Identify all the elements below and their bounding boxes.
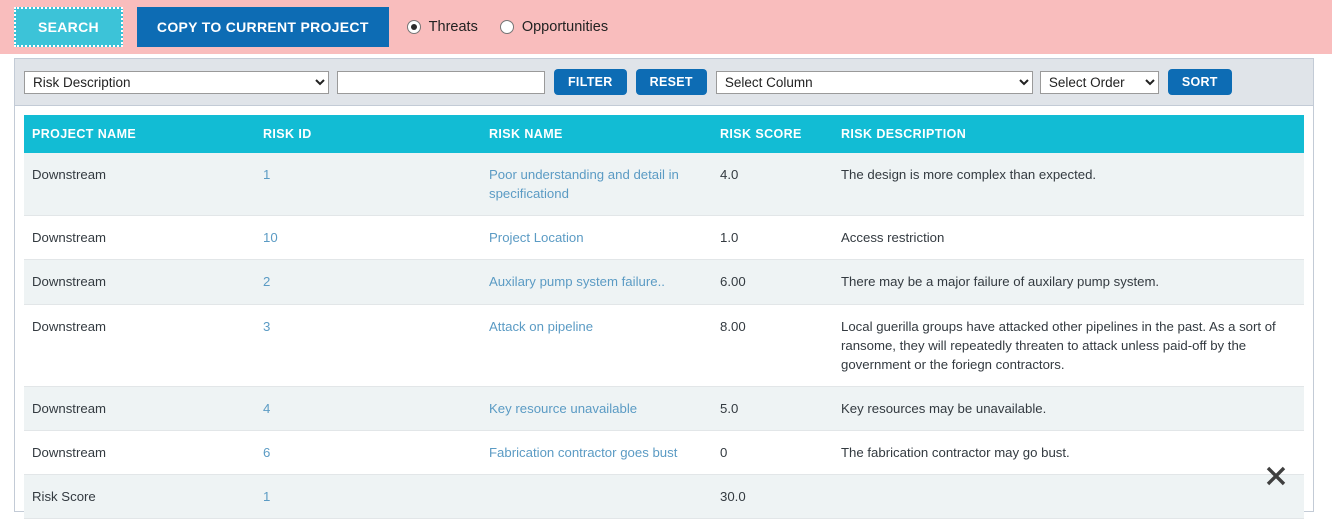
cell-risk-score: 0 xyxy=(712,430,833,476)
column-header-risk-name[interactable]: RISK NAME xyxy=(481,115,712,153)
cell-risk-description: The design is more complex than expected… xyxy=(833,153,1304,217)
filter-sort-toolbar: Risk Description FILTER RESET Select Col… xyxy=(15,59,1313,106)
radio-opportunities-label: Opportunities xyxy=(521,19,609,35)
sort-order-select[interactable]: Select Order xyxy=(1039,70,1159,94)
cell-project-name: Downstream xyxy=(24,215,255,261)
search-button[interactable]: SEARCH xyxy=(14,7,123,47)
table-row: Risk Score 1 30.0 xyxy=(24,474,1304,520)
filter-button[interactable]: FILTER xyxy=(554,69,627,95)
filter-text-input[interactable] xyxy=(337,70,545,94)
radio-opportunities-indicator[interactable] xyxy=(499,20,514,34)
cell-project-name: Downstream xyxy=(24,304,255,387)
cell-risk-description: Access restriction xyxy=(833,215,1304,261)
cell-risk-id: 10 xyxy=(255,215,481,261)
risk-name-link[interactable]: Attack on pipeline xyxy=(489,319,593,334)
risk-name-link[interactable]: Key resource unavailable xyxy=(489,401,637,416)
cell-risk-score: 4.0 xyxy=(712,153,833,217)
risk-id-link[interactable]: 3 xyxy=(263,319,270,334)
cell-risk-description xyxy=(833,474,1304,520)
table-row: Downstream 2 Auxilary pump system failure.… xyxy=(24,259,1304,305)
column-header-risk-score[interactable]: RISK SCORE xyxy=(712,115,833,153)
radio-threats[interactable]: Threats xyxy=(406,19,478,35)
cell-risk-description: There may be a major failure of auxilary… xyxy=(833,259,1304,305)
radio-threats-indicator[interactable] xyxy=(406,20,421,34)
results-table-container: PROJECT NAME RISK ID RISK NAME RISK SCOR… xyxy=(15,106,1313,520)
sort-column-select[interactable]: Select Column xyxy=(715,70,1033,94)
cell-risk-id: 1 xyxy=(255,153,481,217)
cell-project-name: Downstream xyxy=(24,153,255,217)
reset-button[interactable]: RESET xyxy=(635,69,707,95)
copy-to-current-project-button[interactable]: COPY TO CURRENT PROJECT xyxy=(136,7,389,47)
radio-threats-label: Threats xyxy=(428,19,478,35)
cell-risk-id: 4 xyxy=(255,386,481,432)
cell-risk-name: Poor understanding and detail in specifi… xyxy=(481,153,712,217)
filter-field-select[interactable]: Risk Description xyxy=(24,70,329,94)
risk-name-link[interactable]: Fabrication contractor goes bust xyxy=(489,445,677,460)
table-row: Downstream 6 Fabrication contractor goes b… xyxy=(24,430,1304,476)
cell-risk-description: Local guerilla groups have attacked othe… xyxy=(833,304,1304,387)
risk-id-link[interactable]: 10 xyxy=(263,230,278,245)
column-header-project-name[interactable]: PROJECT NAME xyxy=(24,115,255,153)
cell-risk-score: 1.0 xyxy=(712,215,833,261)
risk-name-link[interactable]: Project Location xyxy=(489,230,584,245)
column-header-risk-id[interactable]: RISK ID xyxy=(255,115,481,153)
cell-risk-id: 3 xyxy=(255,304,481,387)
cell-risk-name xyxy=(481,474,712,520)
cell-risk-id: 2 xyxy=(255,259,481,305)
risk-name-link[interactable]: Poor understanding and detail in specifi… xyxy=(489,167,679,201)
risk-id-link[interactable]: 6 xyxy=(263,445,270,460)
results-panel: Risk Description FILTER RESET Select Col… xyxy=(14,58,1314,520)
cell-risk-score: 5.0 xyxy=(712,386,833,432)
cell-project-name: Downstream xyxy=(24,259,255,305)
cell-risk-id: 1 xyxy=(255,474,481,520)
risk-type-radio-group: Threats Opportunities xyxy=(406,19,609,35)
table-row: Downstream 3 Attack on pipeline 8.00 Local g… xyxy=(24,304,1304,387)
close-icon[interactable] xyxy=(1263,463,1289,489)
radio-opportunities[interactable]: Opportunities xyxy=(499,19,609,35)
table-body: Downstream 1 Poor understanding and detail… xyxy=(24,153,1304,520)
risk-id-link[interactable]: 4 xyxy=(263,401,270,416)
cell-risk-score: 8.00 xyxy=(712,304,833,387)
cell-project-name: Downstream xyxy=(24,386,255,432)
risk-search-screen: SEARCH COPY TO CURRENT PROJECT Threats O… xyxy=(0,0,1332,520)
cell-risk-name: Project Location xyxy=(481,215,712,261)
action-toolbar: SEARCH COPY TO CURRENT PROJECT Threats O… xyxy=(0,0,1332,54)
risk-results-table: PROJECT NAME RISK ID RISK NAME RISK SCOR… xyxy=(24,115,1304,520)
risk-id-link[interactable]: 1 xyxy=(263,167,270,182)
cell-risk-name: Attack on pipeline xyxy=(481,304,712,387)
column-header-risk-description[interactable]: RISK DESCRIPTION xyxy=(833,115,1304,153)
risk-name-link[interactable]: Auxilary pump system failure.. xyxy=(489,274,665,289)
cell-risk-description: Key resources may be unavailable. xyxy=(833,386,1304,432)
risk-id-link[interactable]: 1 xyxy=(263,489,270,504)
sort-button[interactable]: SORT xyxy=(1167,69,1232,95)
cell-risk-score: 30.0 xyxy=(712,474,833,520)
table-header-row: PROJECT NAME RISK ID RISK NAME RISK SCOR… xyxy=(24,115,1304,153)
cell-risk-name: Auxilary pump system failure.. xyxy=(481,259,712,305)
cell-project-name: Risk Score xyxy=(24,474,255,520)
cell-risk-id: 6 xyxy=(255,430,481,476)
cell-risk-name: Key resource unavailable xyxy=(481,386,712,432)
cell-risk-description: The fabrication contractor may go bust. xyxy=(833,430,1304,476)
cell-risk-name: Fabrication contractor goes bust xyxy=(481,430,712,476)
table-row: Downstream 1 Poor understanding and detail… xyxy=(24,153,1304,217)
cell-risk-score: 6.00 xyxy=(712,259,833,305)
risk-id-link[interactable]: 2 xyxy=(263,274,270,289)
table-row: Downstream 10 Project Location 1.0 Access re… xyxy=(24,215,1304,261)
cell-project-name: Downstream xyxy=(24,430,255,476)
table-row: Downstream 4 Key resource unavailable 5.0 Ke… xyxy=(24,386,1304,432)
table-header: PROJECT NAME RISK ID RISK NAME RISK SCOR… xyxy=(24,115,1304,153)
